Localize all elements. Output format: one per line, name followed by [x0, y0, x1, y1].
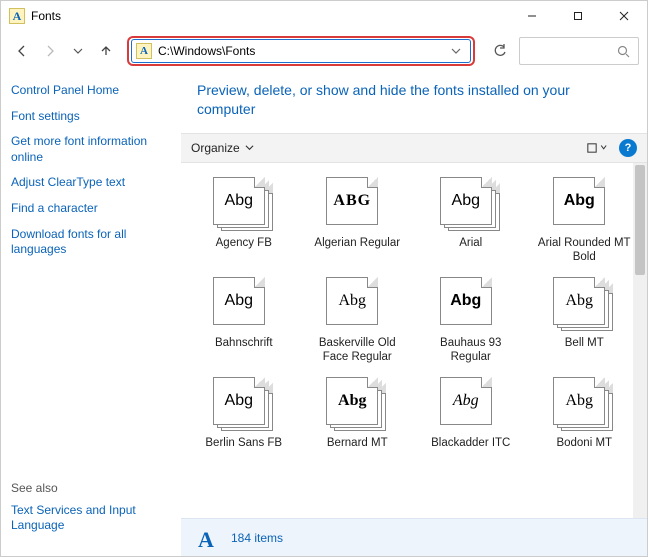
- font-label: Bauhaus 93 Regular: [421, 337, 521, 365]
- font-preview: Abg: [326, 277, 388, 331]
- font-label: Baskerville Old Face Regular: [307, 337, 407, 365]
- fonts-folder-icon: A: [136, 43, 152, 59]
- font-item[interactable]: Abg Bodoni MT: [528, 373, 642, 469]
- font-preview: Abg: [326, 377, 388, 431]
- font-preview: Abg: [213, 377, 275, 431]
- chevron-down-icon: [245, 143, 254, 152]
- sidebar-link-font-settings[interactable]: Font settings: [11, 109, 171, 125]
- status-bar: A 184 items: [181, 518, 647, 556]
- font-sample: Abg: [338, 292, 366, 310]
- font-preview: Abg: [440, 177, 502, 231]
- organize-label: Organize: [191, 141, 240, 155]
- font-label: Berlin Sans FB: [205, 437, 282, 465]
- font-preview: ABG: [326, 177, 388, 231]
- scrollbar-thumb[interactable]: [635, 165, 645, 275]
- font-sample: Abg: [565, 392, 593, 410]
- sidebar-link-adjust-cleartype[interactable]: Adjust ClearType text: [11, 175, 171, 191]
- minimize-button[interactable]: [509, 1, 555, 31]
- font-item[interactable]: Abg Bernard MT: [301, 373, 415, 469]
- sidebar-link-download-fonts[interactable]: Download fonts for all languages: [11, 227, 171, 258]
- forward-button[interactable]: [37, 38, 63, 64]
- font-sample: Abg: [453, 392, 479, 410]
- font-item[interactable]: Abg Agency FB: [187, 173, 301, 269]
- see-also-label: See also: [11, 481, 171, 495]
- font-grid-wrap: AbgAgency FBABGAlgerian RegularAbgArialA…: [181, 163, 647, 518]
- font-preview: Abg: [553, 177, 615, 231]
- sidebar-link-control-panel-home[interactable]: Control Panel Home: [11, 83, 171, 99]
- font-item[interactable]: Abg Arial: [414, 173, 528, 269]
- sidebar-link-get-more-font-info[interactable]: Get more font information online: [11, 134, 171, 165]
- toolbar: Organize ?: [181, 133, 647, 163]
- font-sample: Abg: [564, 192, 595, 210]
- font-preview: Abg: [213, 177, 275, 231]
- font-preview: Abg: [440, 277, 502, 331]
- font-label: Bahnschrift: [215, 337, 273, 365]
- font-item[interactable]: Abg Blackadder ITC: [414, 373, 528, 469]
- window-title: Fonts: [31, 9, 509, 23]
- font-item[interactable]: Abg Bauhaus 93 Regular: [414, 273, 528, 369]
- font-label: Algerian Regular: [314, 237, 400, 265]
- back-button[interactable]: [9, 38, 35, 64]
- search-box[interactable]: [519, 37, 639, 65]
- font-label: Blackadder ITC: [431, 437, 510, 465]
- font-sample: Abg: [225, 192, 253, 210]
- font-sample: Abg: [452, 192, 480, 210]
- font-sample: Abg: [338, 392, 366, 410]
- font-item[interactable]: Abg Berlin Sans FB: [187, 373, 301, 469]
- sidebar-link-find-character[interactable]: Find a character: [11, 201, 171, 217]
- font-label: Bodoni MT: [556, 437, 612, 465]
- search-icon: [617, 45, 630, 58]
- close-button[interactable]: [601, 1, 647, 31]
- font-item[interactable]: Abg Arial Rounded MT Bold: [528, 173, 642, 269]
- font-item[interactable]: Abg Bahnschrift: [187, 273, 301, 369]
- font-label: Arial: [459, 237, 482, 265]
- address-bar[interactable]: A: [131, 39, 471, 63]
- fonts-folder-large-icon: A: [191, 523, 221, 553]
- address-input[interactable]: [158, 44, 446, 58]
- font-sample: Abg: [225, 392, 253, 410]
- font-preview: Abg: [553, 277, 615, 331]
- font-sample: Abg: [450, 292, 481, 310]
- item-count: 184 items: [231, 531, 283, 545]
- page-heading: Preview, delete, or show and hide the fo…: [181, 71, 647, 133]
- fonts-app-icon: A: [9, 8, 25, 24]
- up-button[interactable]: [93, 38, 119, 64]
- address-bar-highlight: A: [127, 36, 475, 66]
- address-dropdown-button[interactable]: [446, 39, 466, 63]
- nav-row: A: [1, 31, 647, 71]
- maximize-button[interactable]: [555, 1, 601, 31]
- font-sample: Abg: [565, 292, 593, 310]
- font-item[interactable]: Abg Bell MT: [528, 273, 642, 369]
- titlebar: A Fonts: [1, 1, 647, 31]
- sidebar: Control Panel Home Font settings Get mor…: [1, 71, 181, 556]
- font-sample: Abg: [225, 292, 253, 310]
- font-preview: Abg: [440, 377, 502, 431]
- window-controls: [509, 1, 647, 31]
- font-label: Bell MT: [565, 337, 604, 365]
- font-grid: AbgAgency FBABGAlgerian RegularAbgArialA…: [181, 163, 647, 469]
- recent-locations-button[interactable]: [65, 38, 91, 64]
- font-label: Bernard MT: [327, 437, 388, 465]
- font-label: Arial Rounded MT Bold: [534, 237, 634, 265]
- sidebar-link-text-services[interactable]: Text Services and Input Language: [11, 503, 171, 534]
- organize-button[interactable]: Organize: [191, 141, 254, 155]
- vertical-scrollbar[interactable]: [633, 163, 647, 518]
- refresh-button[interactable]: [487, 38, 513, 64]
- font-preview: Abg: [213, 277, 275, 331]
- font-item[interactable]: Abg Baskerville Old Face Regular: [301, 273, 415, 369]
- font-sample: ABG: [333, 192, 371, 210]
- body: Control Panel Home Font settings Get mor…: [1, 71, 647, 556]
- view-options-button[interactable]: [583, 137, 611, 159]
- font-label: Agency FB: [216, 237, 272, 265]
- font-item[interactable]: ABG Algerian Regular: [301, 173, 415, 269]
- help-button[interactable]: ?: [619, 139, 637, 157]
- font-preview: Abg: [553, 377, 615, 431]
- main-panel: Preview, delete, or show and hide the fo…: [181, 71, 647, 556]
